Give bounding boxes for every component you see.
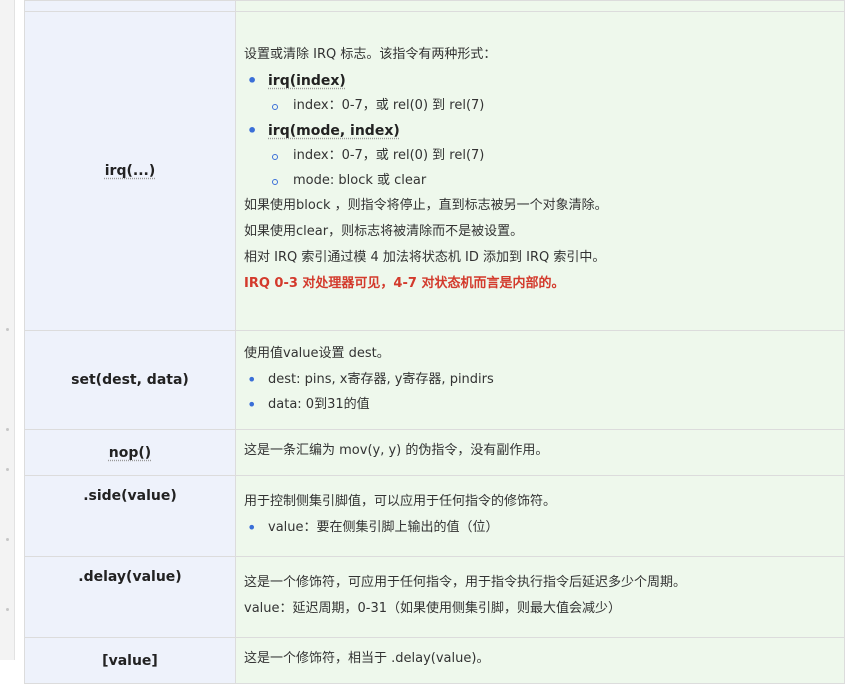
gutter-marker — [6, 468, 9, 471]
sub-list-item: mode: block 或 clear — [244, 171, 836, 191]
list-item: data: 0到31的值 — [244, 395, 836, 415]
description-cell-value: 这是一个修饰符，相当于 .delay(value)。 — [235, 637, 845, 684]
description-text: value：延迟周期，0-31（如果使用侧集引脚，则最大值会减少） — [244, 600, 622, 616]
gutter-marker — [6, 608, 9, 611]
instruction-table-wrapper: irq(...) 设置或清除 IRQ 标志。该指令有两种形式： irq(inde… — [24, 0, 845, 684]
description-cell-irq: 设置或清除 IRQ 标志。该指令有两种形式： irq(index) index：… — [235, 11, 845, 331]
description-text: 这是一个修饰符，可应用于任何指令，用于指令执行指令后延迟多少个周期。 — [244, 574, 687, 590]
key-cell-set: set(dest, data) — [24, 330, 236, 430]
instruction-name: set(dest, data) — [71, 372, 189, 388]
table-row — [24, 0, 845, 12]
description-cell-delay: 这是一个修饰符，可应用于任何指令，用于指令执行指令后延迟多少个周期。 value… — [235, 556, 845, 638]
warning-text: IRQ 0-3 对处理器可见，4-7 对状态机而言是内部的。 — [244, 276, 565, 291]
description-cell-nop: 这是一条汇编为 mov(y, y) 的伪指令，没有副作用。 — [235, 429, 845, 476]
table-row-delay: .delay(value) 这是一个修饰符，可应用于任何指令，用于指令执行指令后… — [24, 556, 845, 638]
table-row-side: .side(value) 用于控制侧集引脚值，可以应用于任何指令的修饰符。 va… — [24, 475, 845, 557]
instruction-name: [value] — [102, 652, 158, 669]
description-text: 这是一条汇编为 mov(y, y) 的伪指令，没有副作用。 — [244, 443, 549, 458]
description-text: 如果使用block ，则指令将停止，直到标志被另一个对象清除。 — [244, 198, 608, 213]
instruction-name: .side(value) — [83, 488, 177, 504]
table-row-set: set(dest, data) 使用值value设置 dest。 dest: p… — [24, 330, 845, 430]
editor-gutter — [0, 0, 15, 660]
key-cell-delay: .delay(value) — [24, 556, 236, 638]
sub-list-item: index：0-7，或 rel(0) 到 rel(7) — [244, 146, 836, 166]
description-text: 使用值value设置 dest。 — [244, 345, 390, 361]
description-text: 用于控制侧集引脚值，可以应用于任何指令的修饰符。 — [244, 494, 557, 509]
description-text: 这是一个修饰符，相当于 .delay(value)。 — [244, 651, 490, 666]
key-cell-value: [value] — [24, 637, 236, 684]
description-text: 如果使用clear，则标志将被清除而不是被设置。 — [244, 224, 524, 239]
gutter-marker — [6, 328, 9, 331]
gutter-marker — [6, 538, 9, 541]
list-item: dest: pins, x寄存器, y寄存器, pindirs — [244, 370, 836, 390]
table-cell — [235, 0, 845, 12]
instruction-name: irq(...) — [104, 163, 156, 179]
key-cell-nop: nop() — [24, 429, 236, 476]
key-cell-side: .side(value) — [24, 475, 236, 557]
table-row-irq: irq(...) 设置或清除 IRQ 标志。该指令有两种形式： irq(inde… — [24, 11, 845, 331]
table-cell — [24, 0, 236, 12]
list-item: irq(mode, index) — [244, 121, 836, 141]
key-cell-irq: irq(...) — [24, 11, 236, 331]
description-cell-side: 用于控制侧集引脚值，可以应用于任何指令的修饰符。 value：要在侧集引脚上输出… — [235, 475, 845, 557]
instruction-name: nop() — [108, 444, 152, 461]
instruction-name: .delay(value) — [78, 569, 182, 585]
table-row-nop: nop() 这是一条汇编为 mov(y, y) 的伪指令，没有副作用。 — [24, 429, 845, 476]
list-item: value：要在侧集引脚上输出的值（位） — [244, 518, 836, 538]
gutter-marker — [6, 428, 9, 431]
table-row-value: [value] 这是一个修饰符，相当于 .delay(value)。 — [24, 637, 845, 684]
description-text: 设置或清除 IRQ 标志。该指令有两种形式： — [244, 47, 497, 62]
description-cell-set: 使用值value设置 dest。 dest: pins, x寄存器, y寄存器,… — [235, 330, 845, 430]
instruction-table: irq(...) 设置或清除 IRQ 标志。该指令有两种形式： irq(inde… — [24, 0, 845, 684]
form-label: irq(mode, index) — [268, 123, 400, 139]
sub-list-item: index：0-7，或 rel(0) 到 rel(7) — [244, 96, 836, 116]
list-item: irq(index) — [244, 71, 836, 91]
form-label: irq(index) — [268, 73, 346, 89]
description-text: 相对 IRQ 索引通过模 4 加法将状态机 ID 添加到 IRQ 索引中。 — [244, 250, 606, 265]
